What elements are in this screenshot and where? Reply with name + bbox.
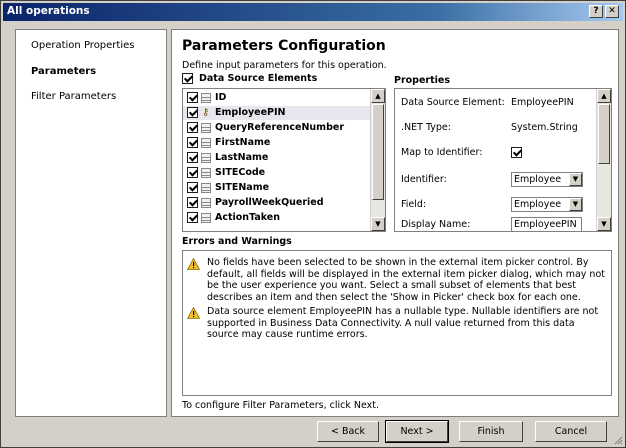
list-item[interactable]: SITEName [183,181,371,195]
select-all-checkbox[interactable] [182,73,193,84]
display-name-value: EmployeePIN [514,219,577,230]
element-checkbox[interactable] [187,107,198,118]
properties-grid: Data Source Element: EmployeePIN .NET Ty… [394,88,612,232]
property-label: Field: [401,199,427,210]
element-name: FirstName [215,137,271,148]
page-title: Parameters Configuration [182,38,386,54]
element-checkbox[interactable] [187,92,198,103]
display-name-input[interactable]: EmployeePIN [511,217,582,231]
element-checkbox[interactable] [187,212,198,223]
nav-item-operation-properties[interactable]: Operation Properties [31,40,134,51]
identifier-select[interactable]: Employee ▼ [511,172,583,187]
element-checkbox[interactable] [187,122,198,133]
window-title: All operations [7,5,90,17]
list-item[interactable]: FirstName [183,136,371,150]
list-item[interactable]: ID [183,91,371,105]
table-icon [201,183,211,193]
scroll-thumb[interactable] [372,104,384,200]
scroll-up-button[interactable]: ▲ [371,89,385,103]
identifier-select-value: Employee [514,174,562,185]
table-icon [201,93,211,103]
property-label: Map to Identifier: [401,147,483,158]
back-button[interactable]: < Back [317,421,379,442]
dialog-body: Operation Properties Parameters Filter P… [15,29,619,417]
errors-warnings-box: No fields have been selected to be shown… [182,250,612,396]
properties-header: Properties [394,75,450,86]
main-panel: Parameters Configuration Define input pa… [171,29,619,417]
list-item[interactable]: ⚷ EmployeePIN [183,106,371,120]
property-value: EmployeePIN [511,97,574,108]
element-name: LastName [215,152,269,163]
warning-text: Data source element EmployeePIN has a nu… [207,306,599,340]
element-name: SITEName [215,182,270,193]
element-name: QueryReferenceNumber [215,122,345,133]
element-name: EmployeePIN [215,107,286,118]
title-bar[interactable]: All operations ? ✕ [3,3,623,21]
warning-text: No fields have been selected to be shown… [207,257,605,303]
wizard-nav: Operation Properties Parameters Filter P… [15,29,167,417]
data-source-elements-list[interactable]: ID ⚷ EmployeePIN QueryReferenceNumber Fi… [182,88,386,232]
field-select[interactable]: Employee ▼ [511,197,583,212]
element-checkbox[interactable] [187,167,198,178]
nav-item-parameters[interactable]: Parameters [31,66,96,77]
next-button[interactable]: Next > [385,420,449,443]
chevron-down-icon[interactable]: ▼ [569,173,582,186]
property-value: System.String [511,122,578,133]
table-icon [201,153,211,163]
property-label: Display Name: [401,219,471,230]
cancel-button[interactable]: Cancel [535,421,607,442]
table-icon [201,168,211,178]
scroll-down-button[interactable]: ▼ [371,217,385,231]
scroll-thumb[interactable] [598,104,610,164]
element-checkbox[interactable] [187,182,198,193]
key-icon: ⚷ [202,107,210,118]
element-checkbox[interactable] [187,197,198,208]
list-scrollbar[interactable]: ▲ ▼ [370,89,385,231]
list-item[interactable]: ActionTaken [183,211,371,225]
errors-warnings-header: Errors and Warnings [182,236,292,247]
close-button[interactable]: ✕ [605,5,619,18]
property-label: Data Source Element: [401,97,505,108]
page-subtitle: Define input parameters for this operati… [182,60,387,71]
list-item[interactable]: SITECode [183,166,371,180]
scroll-down-button[interactable]: ▼ [597,217,611,231]
warning-icon [187,307,200,319]
list-item[interactable]: PayrollWeekQueried [183,196,371,210]
warning-message: Data source element EmployeePIN has a nu… [187,306,607,341]
scroll-up-button[interactable]: ▲ [597,89,611,103]
data-source-elements-label: Data Source Elements [199,73,318,84]
help-button[interactable]: ? [589,5,603,18]
property-label: Identifier: [401,174,447,185]
nav-item-filter-parameters[interactable]: Filter Parameters [31,91,116,102]
element-checkbox[interactable] [187,152,198,163]
table-icon [201,138,211,148]
element-name: ActionTaken [215,212,281,223]
footnote: To configure Filter Parameters, click Ne… [182,400,380,411]
data-source-elements-header: Data Source Elements [182,73,317,84]
table-icon [201,198,211,208]
dialog-window: All operations ? ✕ Operation Properties … [0,0,626,448]
map-to-identifier-checkbox[interactable] [511,147,522,158]
element-checkbox[interactable] [187,137,198,148]
element-name: PayrollWeekQueried [215,197,324,208]
properties-scrollbar[interactable]: ▲ ▼ [596,89,611,231]
list-item[interactable]: LastName [183,151,371,165]
element-name: SITECode [215,167,266,178]
resize-grip-icon[interactable] [613,435,623,445]
property-label: .NET Type: [401,122,451,133]
chevron-down-icon[interactable]: ▼ [569,198,582,211]
warning-icon [187,258,200,270]
map-to-identifier-checkbox-wrap [511,147,522,158]
list-item[interactable]: QueryReferenceNumber [183,121,371,135]
field-select-value: Employee [514,199,562,210]
warning-message: No fields have been selected to be shown… [187,257,607,303]
finish-button[interactable]: Finish [459,421,523,442]
table-icon [201,123,211,133]
element-name: ID [215,92,227,103]
table-icon [201,213,211,223]
